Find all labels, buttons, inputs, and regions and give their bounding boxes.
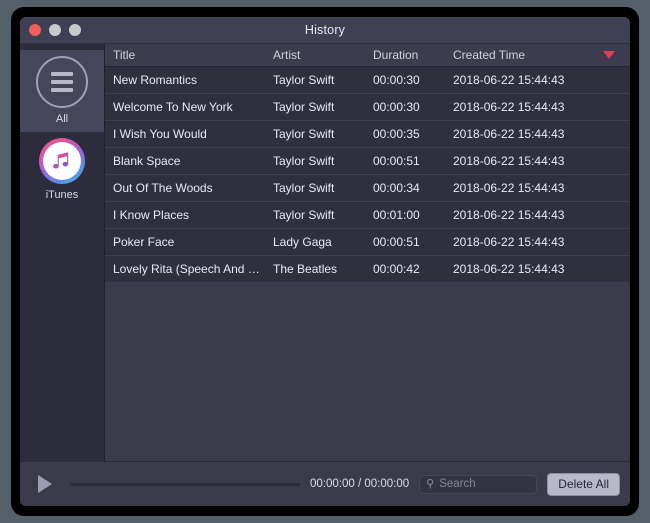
- cell-duration: 00:00:34: [373, 181, 420, 195]
- music-note-icon: [53, 152, 69, 169]
- table-empty-area: [105, 283, 630, 461]
- column-header-duration[interactable]: Duration: [365, 48, 445, 62]
- cell-created-time: 2018-06-22 15:44:43: [453, 127, 565, 141]
- cell-created-time: 2018-06-22 15:44:43: [453, 262, 565, 276]
- cell-duration: 00:00:51: [373, 235, 420, 249]
- cell-duration: 00:00:30: [373, 100, 420, 114]
- cell-artist: Taylor Swift: [273, 127, 335, 141]
- progress-slider[interactable]: [70, 482, 300, 486]
- sidebar-item-all[interactable]: All: [20, 50, 104, 132]
- list-circle-icon: [36, 56, 88, 108]
- title-bar: History: [20, 17, 630, 44]
- player-toolbar: 00:00:00 / 00:00:00 ⚲ Search Delete All: [20, 461, 630, 506]
- sidebar-item-all-label: All: [55, 113, 69, 125]
- cell-created-time: 2018-06-22 15:44:43: [453, 73, 565, 87]
- itunes-icon: [39, 138, 85, 184]
- table-header: Title Artist Duration Created Time: [105, 44, 630, 67]
- cell-artist: Taylor Swift: [273, 181, 335, 195]
- cell-title: Lovely Rita (Speech And …: [113, 262, 260, 276]
- sidebar: All iTunes: [20, 44, 104, 461]
- cell-artist: The Beatles: [273, 262, 338, 276]
- column-header-created-time[interactable]: Created Time: [445, 48, 595, 62]
- cell-duration: 00:00:30: [373, 73, 420, 87]
- window-body: All iTunes Title Artist Duration Created…: [20, 44, 630, 461]
- cell-duration: 00:00:35: [373, 127, 420, 141]
- cell-title: Out Of The Woods: [113, 181, 213, 195]
- cell-title: Blank Space: [113, 154, 181, 168]
- cell-title: New Romantics: [113, 73, 198, 87]
- cell-artist: Taylor Swift: [273, 208, 335, 222]
- itunes-icon-inner: [43, 142, 81, 180]
- table-row[interactable]: I Know Places Taylor Swift 00:01:00 2018…: [105, 202, 630, 229]
- history-window: History All iTunes Title Artist Duration…: [20, 17, 630, 506]
- delete-all-button[interactable]: Delete All: [547, 472, 620, 496]
- cell-created-time: 2018-06-22 15:44:43: [453, 100, 565, 114]
- sidebar-item-itunes[interactable]: iTunes: [20, 132, 104, 208]
- table-row[interactable]: Blank Space Taylor Swift 00:00:51 2018-0…: [105, 148, 630, 175]
- cell-artist: Taylor Swift: [273, 73, 335, 87]
- cell-artist: Lady Gaga: [273, 235, 332, 249]
- content-area: Title Artist Duration Created Time New R…: [104, 44, 630, 461]
- cell-artist: Taylor Swift: [273, 154, 335, 168]
- table-row[interactable]: Welcome To New York Taylor Swift 00:00:3…: [105, 94, 630, 121]
- table-row[interactable]: Poker Face Lady Gaga 00:00:51 2018-06-22…: [105, 229, 630, 256]
- column-header-artist[interactable]: Artist: [265, 48, 365, 62]
- zoom-button[interactable]: [69, 24, 81, 36]
- table-row[interactable]: New Romantics Taylor Swift 00:00:30 2018…: [105, 67, 630, 94]
- sidebar-item-itunes-label: iTunes: [45, 189, 79, 201]
- caret-down-icon: [603, 51, 615, 59]
- cell-duration: 00:00:51: [373, 154, 420, 168]
- search-input[interactable]: ⚲ Search: [419, 474, 538, 494]
- minimize-button[interactable]: [49, 24, 61, 36]
- column-header-title[interactable]: Title: [105, 48, 265, 62]
- cell-created-time: 2018-06-22 15:44:43: [453, 181, 565, 195]
- search-icon: ⚲: [426, 477, 435, 490]
- cell-created-time: 2018-06-22 15:44:43: [453, 235, 565, 249]
- cell-title: I Wish You Would: [113, 127, 207, 141]
- cell-created-time: 2018-06-22 15:44:43: [453, 208, 565, 222]
- cell-duration: 00:01:00: [373, 208, 420, 222]
- table-row[interactable]: I Wish You Would Taylor Swift 00:00:35 2…: [105, 121, 630, 148]
- table-row[interactable]: Out Of The Woods Taylor Swift 00:00:34 2…: [105, 175, 630, 202]
- close-button[interactable]: [29, 24, 41, 36]
- cell-duration: 00:00:42: [373, 262, 420, 276]
- traffic-lights: [29, 17, 81, 43]
- cell-created-time: 2018-06-22 15:44:43: [453, 154, 565, 168]
- cell-title: Welcome To New York: [113, 100, 233, 114]
- cell-artist: Taylor Swift: [273, 100, 335, 114]
- window-title: History: [304, 23, 346, 37]
- search-placeholder: Search: [439, 478, 476, 490]
- time-display: 00:00:00 / 00:00:00: [310, 478, 410, 490]
- play-icon[interactable]: [38, 475, 52, 493]
- table-body: New Romantics Taylor Swift 00:00:30 2018…: [105, 67, 630, 283]
- screen: History All iTunes Title Artist Duration…: [0, 0, 650, 523]
- sort-indicator[interactable]: [595, 51, 625, 59]
- cell-title: Poker Face: [113, 235, 175, 249]
- cell-title: I Know Places: [113, 208, 190, 222]
- table-row[interactable]: Lovely Rita (Speech And … The Beatles 00…: [105, 256, 630, 283]
